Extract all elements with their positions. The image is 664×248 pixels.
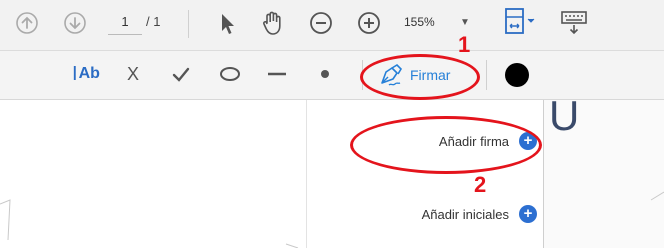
dot-tool-button[interactable] bbox=[314, 62, 336, 86]
toolbar-divider bbox=[188, 10, 189, 38]
document-area bbox=[0, 100, 306, 248]
page-total: / 1 bbox=[146, 14, 161, 29]
annotation-circle-2 bbox=[350, 116, 542, 174]
toolbar-divider bbox=[486, 60, 487, 90]
color-swatch-icon[interactable] bbox=[505, 63, 529, 87]
cross-tool-button[interactable]: X bbox=[122, 62, 144, 86]
line-tool-button[interactable] bbox=[264, 62, 290, 86]
arrow-down-circle-icon bbox=[64, 12, 86, 34]
arrow-up-circle-icon bbox=[16, 12, 38, 34]
document-edge-decoration bbox=[650, 191, 664, 201]
annotation-circle-1 bbox=[360, 54, 480, 100]
next-page-button[interactable] bbox=[62, 10, 88, 36]
add-initials-item[interactable]: Añadir iniciales + bbox=[307, 201, 537, 227]
check-tool-button[interactable] bbox=[170, 62, 192, 86]
annotation-number-1: 1 bbox=[458, 32, 471, 57]
add-initials-label: Añadir iniciales bbox=[421, 206, 509, 222]
pointer-icon bbox=[222, 14, 234, 34]
plus-icon: + bbox=[519, 205, 537, 223]
zoom-in-button[interactable] bbox=[356, 10, 382, 36]
page-number-input[interactable]: 1 bbox=[108, 10, 142, 35]
document-shadow-decoration bbox=[0, 199, 299, 248]
fit-page-icon bbox=[505, 8, 535, 34]
zoom-level-select[interactable]: 155% bbox=[404, 10, 464, 34]
zoom-out-icon bbox=[310, 12, 332, 34]
keyboard-button[interactable] bbox=[558, 8, 590, 38]
text-field-icon: I bbox=[72, 62, 78, 85]
fit-page-button[interactable] bbox=[500, 6, 540, 38]
hand-tool-button[interactable] bbox=[258, 8, 288, 38]
cross-icon: X bbox=[126, 63, 139, 84]
text-tool-label: Ab bbox=[78, 65, 100, 82]
document-page: U bbox=[543, 92, 664, 248]
ellipse-icon bbox=[220, 67, 240, 81]
keyboard-icon bbox=[561, 11, 587, 35]
line-icon bbox=[268, 72, 286, 76]
zoom-in-icon bbox=[358, 12, 380, 34]
select-tool-button[interactable] bbox=[214, 10, 240, 38]
hand-icon bbox=[263, 11, 281, 35]
add-text-tool[interactable]: I Ab bbox=[72, 62, 100, 86]
check-icon bbox=[172, 67, 190, 82]
annotation-number-2: 2 bbox=[474, 172, 487, 197]
zoom-out-button[interactable] bbox=[308, 10, 334, 36]
ellipse-tool-button[interactable] bbox=[216, 62, 244, 86]
dot-icon bbox=[321, 70, 329, 78]
prev-page-button[interactable] bbox=[14, 10, 40, 36]
